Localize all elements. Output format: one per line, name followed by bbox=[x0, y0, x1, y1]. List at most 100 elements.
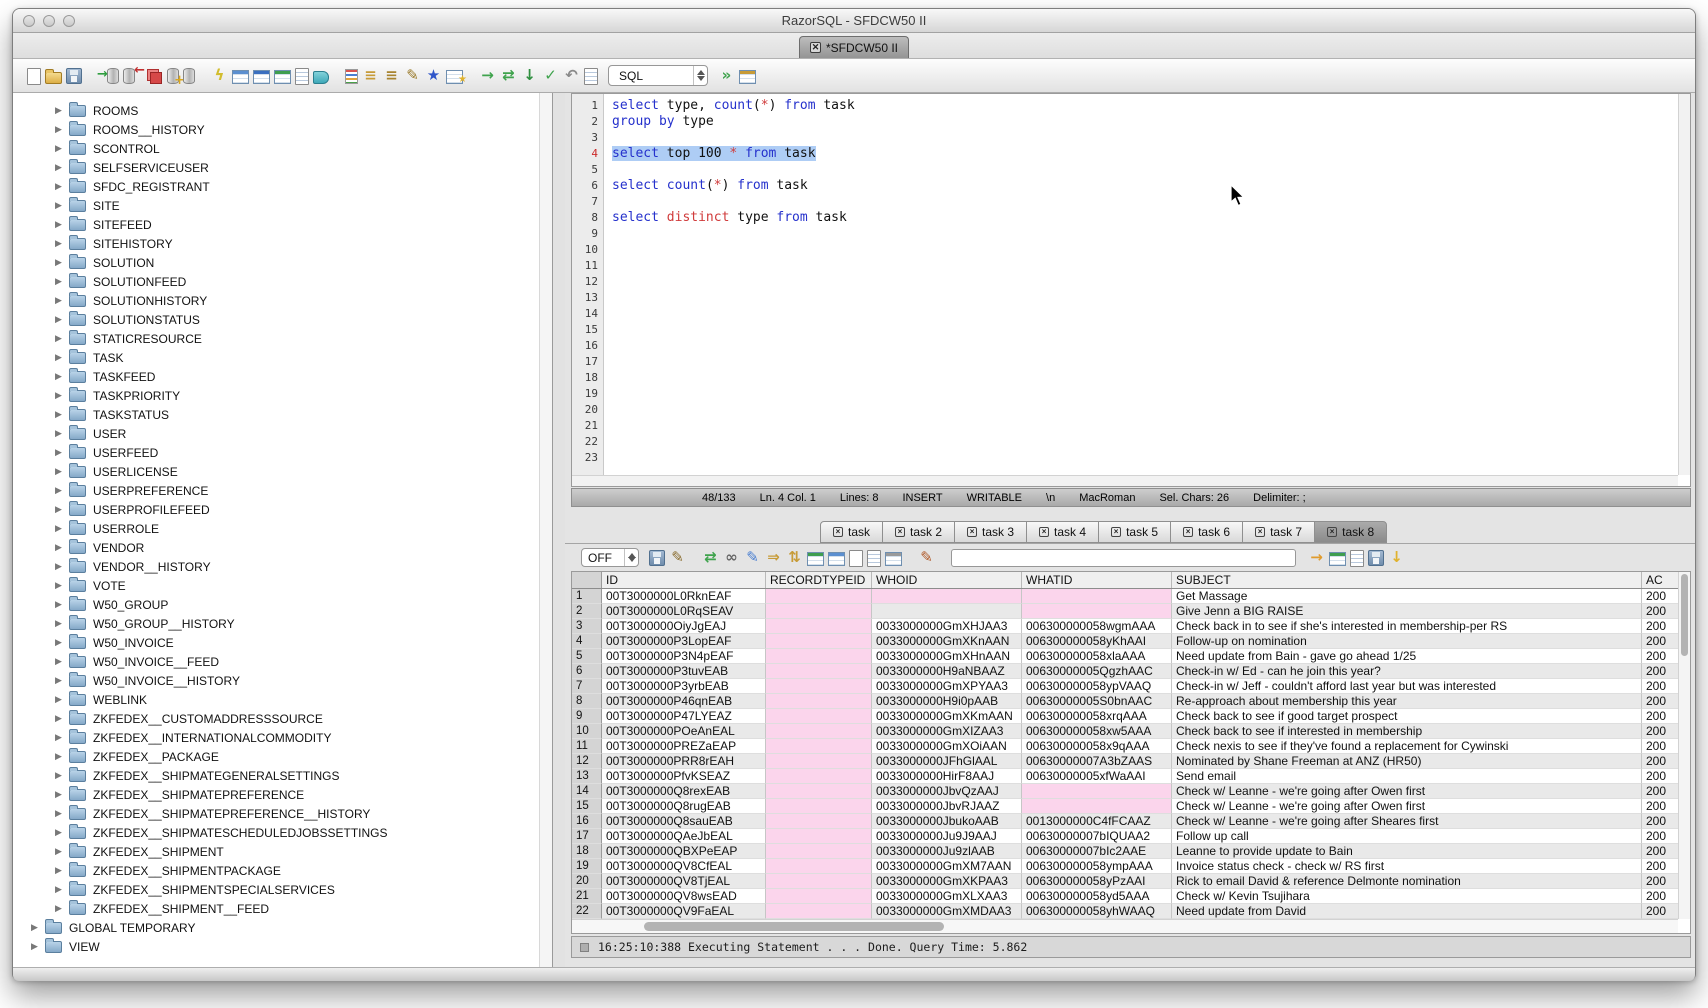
document-tab-active[interactable]: ✕ *SFDCW50 II bbox=[799, 36, 909, 58]
table-cell[interactable]: 006300000058ypVAAQ bbox=[1022, 679, 1172, 694]
table-cell[interactable]: 0033000000GmXOiAAN bbox=[872, 739, 1022, 754]
table-cell[interactable]: 00T3000000QV8wsEAD bbox=[602, 889, 766, 904]
code-line[interactable] bbox=[612, 242, 1690, 258]
commit-icon[interactable] bbox=[146, 68, 163, 85]
table-cell[interactable]: 0033000000GmXLXAA3 bbox=[872, 889, 1022, 904]
disclosure-triangle-icon[interactable]: ▶ bbox=[55, 846, 69, 857]
disclosure-triangle-icon[interactable]: ▶ bbox=[55, 390, 69, 401]
code-line[interactable] bbox=[612, 370, 1690, 386]
execute-arrow-icon[interactable]: → bbox=[479, 66, 496, 85]
table-cell[interactable]: Check-in w/ Ed - can he join this year? bbox=[1172, 664, 1642, 679]
table-cell[interactable]: 3 bbox=[572, 619, 602, 634]
tree-item[interactable]: ▶USERLICENSE bbox=[13, 462, 552, 481]
execute-down-icon[interactable]: ↓ bbox=[521, 66, 538, 85]
table-cell[interactable] bbox=[766, 904, 872, 919]
table-cell[interactable]: 15 bbox=[572, 799, 602, 814]
table-cell[interactable]: 0033000000GmXHJAA3 bbox=[872, 619, 1022, 634]
code-line[interactable] bbox=[612, 130, 1690, 146]
table-cell[interactable]: 00T3000000Q8rugEAB bbox=[602, 799, 766, 814]
tree-item[interactable]: ▶TASKFEED bbox=[13, 367, 552, 386]
table-cell[interactable]: 006300000058yhWAAQ bbox=[1022, 904, 1172, 919]
tree-item[interactable]: ▶VOTE bbox=[13, 576, 552, 595]
tree-item[interactable]: ▶USERPROFILEFEED bbox=[13, 500, 552, 519]
clipboard-icon[interactable] bbox=[584, 68, 598, 85]
disclosure-triangle-icon[interactable]: ▶ bbox=[55, 903, 69, 914]
disclosure-triangle-icon[interactable]: ▶ bbox=[55, 447, 69, 458]
table-cell[interactable]: 0033000000H9aNBAAZ bbox=[872, 664, 1022, 679]
table-cell[interactable]: 00630000005S0bnAAC bbox=[1022, 694, 1172, 709]
table-row[interactable]: 100T3000000L0RknEAFGet Massage200 bbox=[572, 589, 1678, 604]
code-line[interactable] bbox=[612, 290, 1690, 306]
table-cell[interactable]: 200 bbox=[1642, 754, 1678, 769]
table-cell[interactable] bbox=[766, 619, 872, 634]
disclosure-triangle-icon[interactable]: ▶ bbox=[31, 941, 45, 952]
table-cell[interactable]: 200 bbox=[1642, 769, 1678, 784]
tree-item[interactable]: ▶STATICRESOURCE bbox=[13, 329, 552, 348]
disclosure-triangle-icon[interactable]: ▶ bbox=[55, 238, 69, 249]
table-cell[interactable]: 200 bbox=[1642, 619, 1678, 634]
table-cell[interactable]: 200 bbox=[1642, 649, 1678, 664]
table-cell[interactable]: 00630000007bIc2AAE bbox=[1022, 844, 1172, 859]
table-cell[interactable]: Check back to see if good target prospec… bbox=[1172, 709, 1642, 724]
code-line[interactable]: select top 100 * from task bbox=[612, 146, 1690, 162]
close-tab-icon[interactable]: × bbox=[895, 527, 905, 537]
tree-item[interactable]: ▶TASKPRIORITY bbox=[13, 386, 552, 405]
table-cell[interactable]: Check-in w/ Jeff - couldn't afford last … bbox=[1172, 679, 1642, 694]
table-cell[interactable]: 00T3000000Q8rexEAB bbox=[602, 784, 766, 799]
database-icon[interactable] bbox=[183, 68, 195, 84]
download-arrow-icon[interactable]: ↓ bbox=[1388, 548, 1405, 567]
tree-item[interactable]: ▶SELFSERVICEUSER bbox=[13, 158, 552, 177]
table-cell[interactable]: 0033000000JFhGlAAL bbox=[872, 754, 1022, 769]
table-cell[interactable]: Get Massage bbox=[1172, 589, 1642, 604]
tree-item[interactable]: ▶WEBLINK bbox=[13, 690, 552, 709]
tree-item[interactable]: ▶SOLUTIONFEED bbox=[13, 272, 552, 291]
table-cell[interactable]: 00T3000000QAeJbEAL bbox=[602, 829, 766, 844]
table-cell[interactable]: 13 bbox=[572, 769, 602, 784]
table-vertical-scrollbar[interactable] bbox=[1678, 572, 1690, 919]
disclosure-triangle-icon[interactable]: ▶ bbox=[55, 865, 69, 876]
table-cell[interactable]: 200 bbox=[1642, 694, 1678, 709]
table-cell[interactable]: 00T3000000PRR8rEAH bbox=[602, 754, 766, 769]
disclosure-triangle-icon[interactable]: ▶ bbox=[55, 428, 69, 439]
tree-item[interactable]: ▶ZKFEDEX__SHIPMATEGENERALSETTINGS bbox=[13, 766, 552, 785]
column-header[interactable]: RECORDTYPEID bbox=[766, 572, 872, 588]
code-line[interactable] bbox=[612, 434, 1690, 450]
table-cell[interactable]: Invoice status check - check w/ RS first bbox=[1172, 859, 1642, 874]
table-cell[interactable]: 200 bbox=[1642, 799, 1678, 814]
disclosure-triangle-icon[interactable]: ▶ bbox=[55, 409, 69, 420]
open-file-icon[interactable] bbox=[45, 72, 62, 84]
table-cell[interactable]: 006300000058xw5AAA bbox=[1022, 724, 1172, 739]
tree-item[interactable]: ▶ZKFEDEX__CUSTOMADDRESSSOURCE bbox=[13, 709, 552, 728]
table-cell[interactable]: 12 bbox=[572, 754, 602, 769]
table-cell[interactable]: 9 bbox=[572, 709, 602, 724]
disclosure-triangle-icon[interactable]: ▶ bbox=[55, 466, 69, 477]
tree-item[interactable]: ▶ROOMS__HISTORY bbox=[13, 120, 552, 139]
filter-icon[interactable]: ≡ bbox=[383, 66, 400, 85]
table-row[interactable]: 500T3000000P3N4pEAF0033000000GmXHnAAN006… bbox=[572, 649, 1678, 664]
table-cell[interactable] bbox=[766, 679, 872, 694]
disclosure-triangle-icon[interactable]: ▶ bbox=[55, 675, 69, 686]
table-cell[interactable]: 0033000000HirF8AAJ bbox=[872, 769, 1022, 784]
table-cell[interactable]: 200 bbox=[1642, 634, 1678, 649]
table-cell[interactable]: 006300000058yPzAAI bbox=[1022, 874, 1172, 889]
disclosure-triangle-icon[interactable]: ▶ bbox=[55, 219, 69, 230]
code-line[interactable] bbox=[612, 338, 1690, 354]
table-cell[interactable]: 0033000000Ju9J9AAJ bbox=[872, 829, 1022, 844]
table-cell[interactable] bbox=[1022, 589, 1172, 604]
tree-item[interactable]: ▶USERPREFERENCE bbox=[13, 481, 552, 500]
column-header[interactable]: ID bbox=[602, 572, 766, 588]
table-cell[interactable]: 00T3000000Q8sauEAB bbox=[602, 814, 766, 829]
code-area[interactable]: select type, count(*) from taskgroup by … bbox=[604, 94, 1690, 486]
tree-item[interactable]: ▶W50_INVOICE__HISTORY bbox=[13, 671, 552, 690]
table-cell[interactable]: Rick to email David & reference Delmonte… bbox=[1172, 874, 1642, 889]
table-cell[interactable]: 00T3000000OiyJgEAJ bbox=[602, 619, 766, 634]
table-cell[interactable]: 200 bbox=[1642, 724, 1678, 739]
table-cell[interactable] bbox=[1022, 784, 1172, 799]
column-header[interactable] bbox=[572, 572, 602, 588]
code-line[interactable] bbox=[612, 450, 1690, 466]
disclosure-triangle-icon[interactable]: ▶ bbox=[55, 656, 69, 667]
table-cell[interactable]: 200 bbox=[1642, 904, 1678, 919]
table-cell[interactable]: 14 bbox=[572, 784, 602, 799]
table-cell[interactable]: Nominated by Shane Freeman at ANZ (HR50) bbox=[1172, 754, 1642, 769]
table-cell[interactable] bbox=[872, 604, 1022, 619]
